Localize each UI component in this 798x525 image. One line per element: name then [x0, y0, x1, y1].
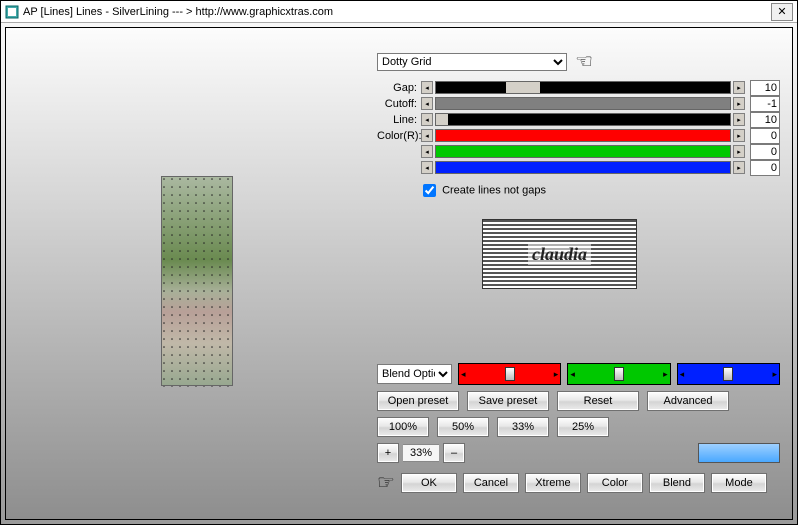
- gap-label: Gap:: [377, 82, 419, 94]
- line-label: Line:: [377, 114, 419, 126]
- colorB-inc[interactable]: ▸: [733, 161, 745, 174]
- colorB-dec[interactable]: ◂: [421, 161, 433, 174]
- content-area: Dotty Grid ☞ Gap: ◂ ▸ 10 Cutoff: ◂ ▸ -1: [5, 27, 793, 520]
- line-value[interactable]: 10: [750, 112, 780, 128]
- colorG-value[interactable]: 0: [750, 144, 780, 160]
- blend-options-dropdown[interactable]: Blend Options: [377, 364, 452, 384]
- pointing-hand-icon: ☞: [377, 473, 395, 493]
- brand-logo: claudia: [482, 219, 637, 289]
- bottom-controls: Blend Options Open preset Save preset Re…: [377, 363, 780, 493]
- colorR-value[interactable]: 0: [750, 128, 780, 144]
- cutoff-value[interactable]: -1: [750, 96, 780, 112]
- gap-dec[interactable]: ◂: [421, 81, 433, 94]
- zoom-50-button[interactable]: 50%: [437, 417, 489, 437]
- window-title: AP [Lines] Lines - SilverLining --- > ht…: [23, 6, 771, 18]
- colorR-dec[interactable]: ◂: [421, 129, 433, 142]
- dotty-grid-overlay: [162, 177, 234, 387]
- controls-panel: Dotty Grid ☞ Gap: ◂ ▸ 10 Cutoff: ◂ ▸ -1: [377, 52, 780, 200]
- slider-group: Gap: ◂ ▸ 10 Cutoff: ◂ ▸ -1 Line: ◂: [377, 80, 780, 175]
- cutoff-slider[interactable]: [435, 97, 731, 110]
- plugin-window: AP [Lines] Lines - SilverLining --- > ht…: [0, 0, 798, 525]
- advanced-button[interactable]: Advanced: [647, 391, 729, 411]
- zoom-33-button[interactable]: 33%: [497, 417, 549, 437]
- colorR-slider[interactable]: [435, 129, 731, 142]
- brand-text: claudia: [528, 244, 591, 265]
- line-slider[interactable]: [435, 113, 731, 126]
- create-lines-checkbox[interactable]: [423, 184, 436, 197]
- colorR-label: Color(R):: [377, 130, 419, 142]
- cutoff-inc[interactable]: ▸: [733, 97, 745, 110]
- colorR-inc[interactable]: ▸: [733, 129, 745, 142]
- zoom-out-button[interactable]: –: [443, 443, 465, 463]
- colorG-dec[interactable]: ◂: [421, 145, 433, 158]
- gap-value[interactable]: 10: [750, 80, 780, 96]
- zoom-in-button[interactable]: +: [377, 443, 399, 463]
- cutoff-label: Cutoff:: [377, 98, 419, 110]
- color-button[interactable]: Color: [587, 473, 643, 493]
- red-channel-slider[interactable]: [458, 363, 561, 385]
- colorG-inc[interactable]: ▸: [733, 145, 745, 158]
- open-preset-button[interactable]: Open preset: [377, 391, 459, 411]
- mode-button[interactable]: Mode: [711, 473, 767, 493]
- blue-channel-slider[interactable]: [677, 363, 780, 385]
- create-lines-label: Create lines not gaps: [442, 184, 546, 196]
- line-dec[interactable]: ◂: [421, 113, 433, 126]
- colorB-slider[interactable]: [435, 161, 731, 174]
- preview-image: [161, 176, 233, 386]
- zoom-25-button[interactable]: 25%: [557, 417, 609, 437]
- colorG-slider[interactable]: [435, 145, 731, 158]
- gap-inc[interactable]: ▸: [733, 81, 745, 94]
- close-button[interactable]: ✕: [771, 3, 793, 21]
- line-inc[interactable]: ▸: [733, 113, 745, 126]
- reset-button[interactable]: Reset: [557, 391, 639, 411]
- cutoff-dec[interactable]: ◂: [421, 97, 433, 110]
- pointing-hand-icon: ☞: [575, 52, 593, 72]
- app-icon: [5, 5, 19, 19]
- blend-button[interactable]: Blend: [649, 473, 705, 493]
- xtreme-button[interactable]: Xtreme: [525, 473, 581, 493]
- zoom-value: 33%: [403, 444, 439, 462]
- save-preset-button[interactable]: Save preset: [467, 391, 549, 411]
- titlebar: AP [Lines] Lines - SilverLining --- > ht…: [1, 1, 797, 23]
- green-channel-slider[interactable]: [567, 363, 670, 385]
- color-swatch[interactable]: [698, 443, 780, 463]
- preset-dropdown[interactable]: Dotty Grid: [377, 53, 567, 71]
- gap-slider[interactable]: [435, 81, 731, 94]
- cancel-button[interactable]: Cancel: [463, 473, 519, 493]
- zoom-100-button[interactable]: 100%: [377, 417, 429, 437]
- ok-button[interactable]: OK: [401, 473, 457, 493]
- colorB-value[interactable]: 0: [750, 160, 780, 176]
